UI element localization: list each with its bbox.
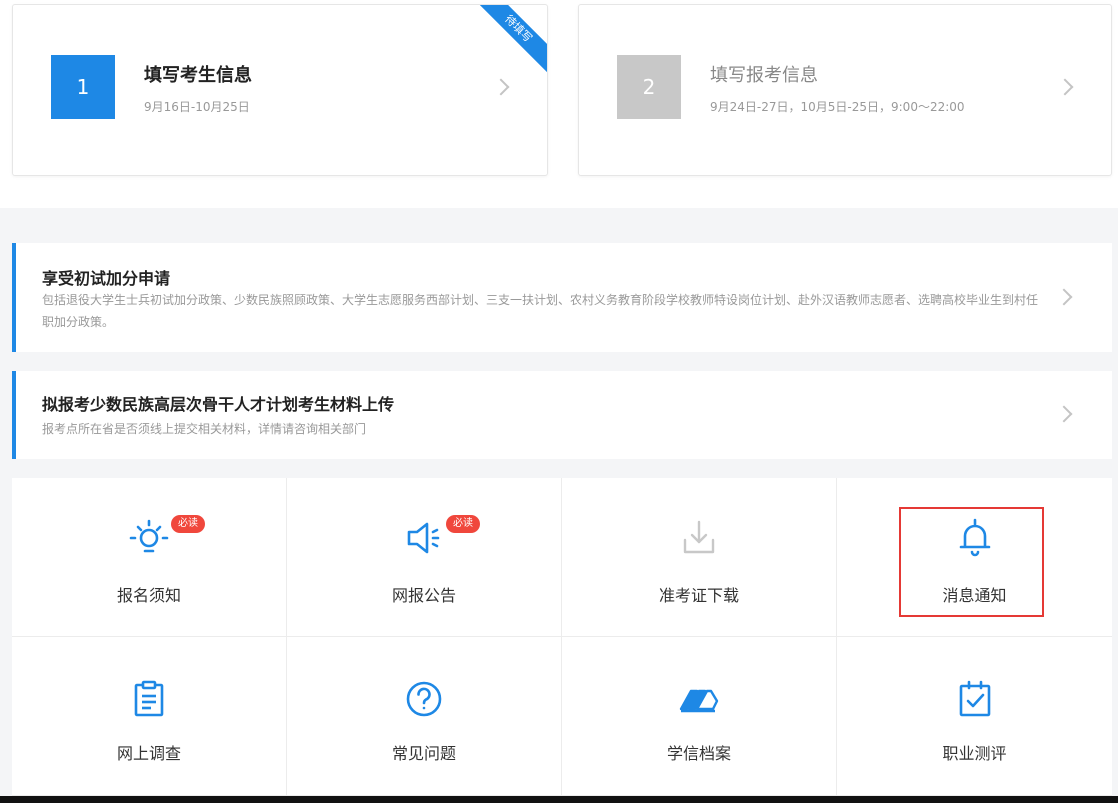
- grid-item-label: 学信档案: [666, 744, 731, 763]
- step-date-range: 9月24日-27日，10月5日-25日，9:00～22:00: [710, 100, 965, 114]
- grid-item-student-records[interactable]: 学信档案: [562, 637, 837, 796]
- step-card-fill-application-info[interactable]: 2 填写报考信息 9月24日-27日，10月5日-25日，9:00～22:00: [578, 4, 1112, 176]
- grid-item-label: 常见问题: [391, 744, 456, 763]
- grid-item-registration-notes[interactable]: 必读 报名须知: [12, 478, 287, 637]
- step-date-range: 9月16日-10月25日: [144, 100, 250, 114]
- lightbulb-icon: [129, 519, 169, 553]
- bottom-bar: [0, 796, 1118, 803]
- grid-item-message-notifications[interactable]: 消息通知: [837, 478, 1112, 637]
- grid-item-label: 网报公告: [391, 586, 456, 605]
- notice-title: 享受初试加分申请: [42, 269, 171, 288]
- notice-description: 报考点所在省是否须线上提交相关材料，详情请咨询相关部门: [42, 422, 367, 436]
- checklist-icon: [959, 680, 990, 717]
- chevron-right-icon: [1056, 78, 1074, 96]
- grid-item-label: 职业测评: [942, 744, 1007, 763]
- grid-item-faq[interactable]: 常见问题: [287, 637, 562, 796]
- download-icon: [683, 520, 715, 554]
- must-read-badge: 必读: [446, 515, 480, 533]
- grid-item-label: 报名须知: [116, 586, 181, 605]
- chevron-right-icon: [1055, 405, 1073, 423]
- notice-description: 包括退役大学生士兵初试加分政策、少数民族照顾政策、大学生志愿服务西部计划、三支一…: [42, 293, 1039, 329]
- grid-item-label: 网上调查: [116, 744, 181, 763]
- function-grid: 必读 报名须知 必读 网报公告 准考证下载 消息通知 网上调查 常见问题 学信档…: [12, 478, 1112, 796]
- highlight-box: [899, 507, 1044, 617]
- chevron-right-icon: [492, 78, 510, 96]
- steps-area: 1 填写考生信息 9月16日-10月25日 待填写 2 填写报考信息 9月24日…: [0, 0, 1118, 208]
- grid-item-label: 准考证下载: [658, 586, 739, 605]
- question-icon: [406, 681, 442, 717]
- step-title: 填写考生信息: [144, 65, 252, 86]
- step-number-badge: 2: [617, 55, 681, 119]
- must-read-badge: 必读: [171, 515, 205, 533]
- notice-bonus-points-application[interactable]: 享受初试加分申请 包括退役大学生士兵初试加分政策、少数民族照顾政策、大学生志愿服…: [12, 243, 1112, 352]
- clipboard-icon: [134, 680, 164, 717]
- step-title: 填写报考信息: [710, 65, 818, 86]
- status-ribbon-label: 待填写: [477, 5, 547, 75]
- chevron-right-icon: [1055, 288, 1073, 306]
- grid-item-online-survey[interactable]: 网上调查: [12, 637, 287, 796]
- grid-item-admission-ticket-download[interactable]: 准考证下载: [562, 478, 837, 637]
- archive-icon: [679, 689, 719, 713]
- grid-item-career-assessment[interactable]: 职业测评: [837, 637, 1112, 796]
- step-number-badge: 1: [51, 55, 115, 119]
- grid-item-announcements[interactable]: 必读 网报公告: [287, 478, 562, 637]
- notice-minority-talent-upload[interactable]: 拟报考少数民族高层次骨干人才计划考生材料上传 报考点所在省是否须线上提交相关材料…: [12, 371, 1112, 459]
- step-card-fill-candidate-info[interactable]: 1 填写考生信息 9月16日-10月25日 待填写: [12, 4, 548, 176]
- megaphone-icon: [407, 522, 440, 554]
- status-ribbon: 待填写: [477, 5, 547, 75]
- notice-title: 拟报考少数民族高层次骨干人才计划考生材料上传: [42, 395, 395, 414]
